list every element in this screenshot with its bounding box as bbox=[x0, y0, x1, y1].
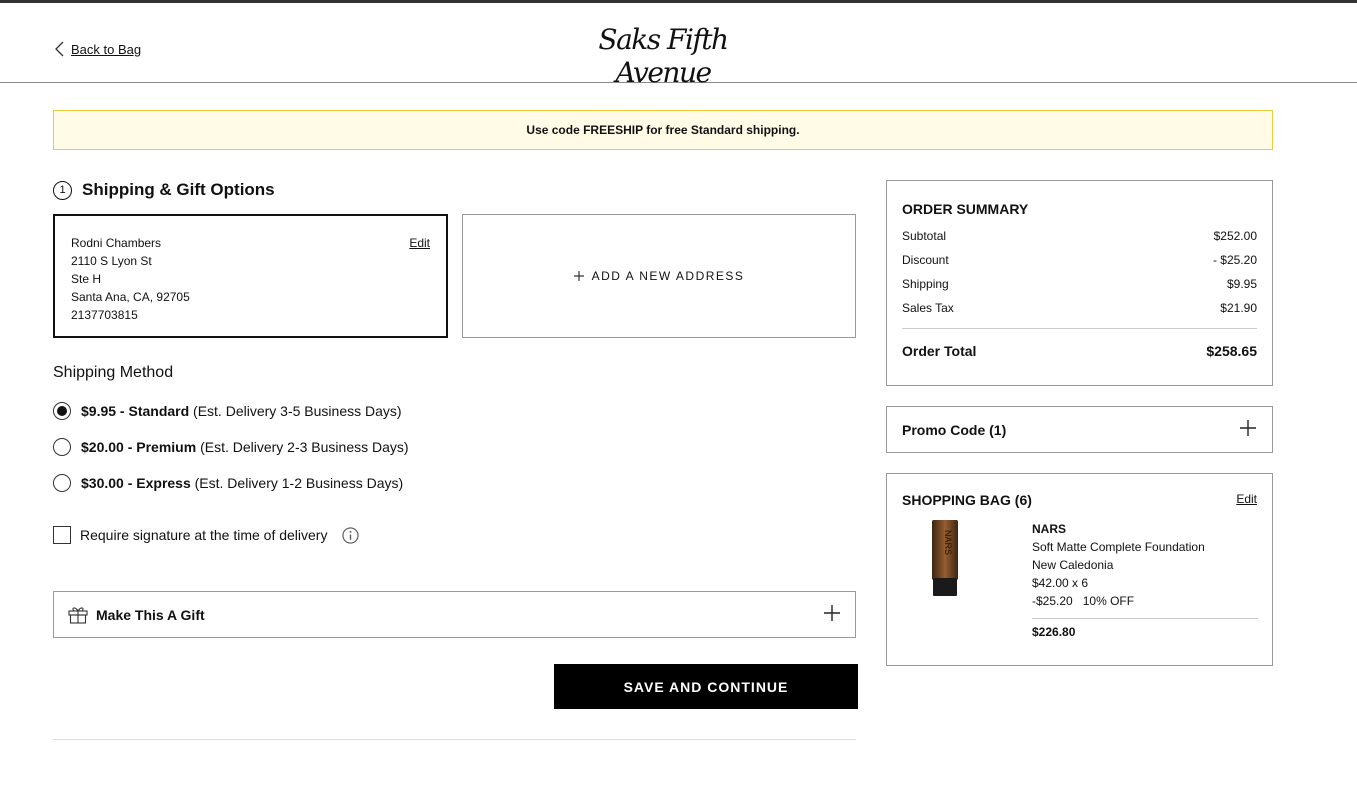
signature-label: Require signature at the time of deliver… bbox=[80, 527, 328, 543]
gift-icon bbox=[68, 606, 88, 624]
shipping-section-title: 1 Shipping & Gift Options bbox=[53, 180, 275, 200]
address-city-state-zip: Santa Ana, CA, 92705 bbox=[71, 290, 190, 304]
address-phone: 2137703815 bbox=[71, 308, 138, 322]
summary-label: Subtotal bbox=[902, 229, 947, 243]
option-detail: (Est. Delivery 2-3 Business Days) bbox=[200, 439, 409, 455]
back-to-bag-link[interactable]: Back to Bag bbox=[53, 41, 141, 57]
option-detail: (Est. Delivery 1-2 Business Days) bbox=[194, 475, 404, 491]
add-new-address-button[interactable]: ADD A NEW ADDRESS bbox=[462, 214, 856, 338]
address-name: Rodni Chambers bbox=[71, 236, 162, 250]
product-shade: New Caledonia bbox=[1032, 558, 1114, 572]
edit-address-link[interactable]: Edit bbox=[409, 234, 430, 252]
expand-plus-icon[interactable] bbox=[823, 604, 841, 625]
summary-value: - $25.20 bbox=[1212, 253, 1257, 267]
option-price-name: $9.95 - Standard bbox=[81, 403, 190, 419]
shipping-option-premium[interactable]: $20.00 - Premium (Est. Delivery 2-3 Busi… bbox=[53, 438, 409, 456]
svg-text:NARS: NARS bbox=[943, 530, 953, 555]
promo-code-toggle[interactable]: Promo Code (1) bbox=[886, 406, 1273, 453]
order-summary: ORDER SUMMARY Subtotal $252.00 Discount - … bbox=[886, 180, 1273, 386]
summary-value: $9.95 bbox=[1226, 277, 1257, 291]
gift-label: Make This A Gift bbox=[96, 606, 205, 623]
promo-banner: Use code FREESHIP for free Standard ship… bbox=[53, 110, 1273, 150]
section-title-text: Shipping & Gift Options bbox=[82, 180, 275, 199]
make-gift-toggle[interactable]: Make This A Gift bbox=[53, 591, 856, 638]
summary-row-sales-tax: Sales Tax $21.90 bbox=[902, 296, 1257, 320]
summary-label: Sales Tax bbox=[902, 301, 954, 315]
product-name[interactable]: Soft Matte Complete Foundation bbox=[1032, 538, 1258, 556]
radio-button[interactable] bbox=[53, 474, 71, 492]
chevron-left-icon bbox=[55, 41, 64, 57]
page-header: Back to Bag Saks Fifth Avenue bbox=[0, 3, 1357, 89]
saks-logo[interactable]: Saks Fifth Avenue bbox=[562, 23, 764, 89]
address-line1: 2110 S Lyon St bbox=[71, 254, 152, 268]
add-address-label: ADD A NEW ADDRESS bbox=[591, 269, 745, 283]
info-icon[interactable] bbox=[342, 526, 360, 544]
back-to-bag-label: Back to Bag bbox=[71, 41, 142, 57]
address-line2: Ste H bbox=[71, 272, 102, 286]
order-summary-title: ORDER SUMMARY bbox=[902, 201, 1029, 217]
shipping-option-standard[interactable]: $9.95 - Standard (Est. Delivery 3-5 Busi… bbox=[53, 402, 402, 420]
summary-value: $252.00 bbox=[1213, 229, 1257, 243]
summary-row-discount: Discount - $25.20 bbox=[902, 248, 1257, 272]
shopping-bag-title: SHOPPING BAG (6) bbox=[902, 492, 1032, 508]
bag-item: NARS NARS Soft Matte Complete Foundation… bbox=[902, 520, 1258, 650]
product-discount: -$25.20 bbox=[1032, 594, 1073, 608]
product-brand: NARS bbox=[1032, 522, 1067, 536]
product-line-total: $226.80 bbox=[1032, 618, 1258, 641]
product-image[interactable]: NARS bbox=[932, 520, 958, 596]
edit-bag-link[interactable]: Edit bbox=[1236, 492, 1257, 508]
option-detail: (Est. Delivery 3-5 Business Days) bbox=[193, 403, 402, 419]
order-total-row: Order Total $258.65 bbox=[902, 337, 1257, 365]
divider bbox=[53, 739, 856, 740]
option-price-name: $20.00 - Premium bbox=[81, 439, 197, 455]
signature-checkbox[interactable] bbox=[53, 526, 71, 544]
summary-label: Shipping bbox=[902, 277, 949, 291]
selected-address-card[interactable]: Rodni Chambers 2110 S Lyon St Ste H Sant… bbox=[53, 214, 448, 338]
shipping-method-title: Shipping Method bbox=[53, 364, 174, 381]
summary-divider bbox=[902, 328, 1257, 329]
summary-row-subtotal: Subtotal $252.00 bbox=[902, 224, 1257, 248]
order-total-value: $258.65 bbox=[1206, 343, 1257, 359]
product-discount-pct: 10% OFF bbox=[1082, 594, 1135, 608]
order-total-label: Order Total bbox=[902, 343, 977, 359]
plus-icon bbox=[573, 271, 584, 281]
radio-button-checked[interactable] bbox=[53, 402, 71, 420]
expand-plus-icon[interactable] bbox=[1239, 419, 1257, 440]
step-number: 1 bbox=[53, 180, 72, 200]
shipping-option-express[interactable]: $30.00 - Express (Est. Delivery 1-2 Busi… bbox=[53, 474, 403, 492]
promo-code-label: Promo Code (1) bbox=[902, 421, 1007, 438]
shopping-bag: SHOPPING BAG (6) Edit NARS NARS Soft Mat… bbox=[886, 473, 1273, 666]
summary-value: $21.90 bbox=[1220, 301, 1257, 315]
option-price-name: $30.00 - Express bbox=[81, 475, 191, 491]
summary-label: Discount bbox=[902, 253, 949, 267]
product-qty-price: $42.00 x 6 bbox=[1032, 576, 1089, 590]
save-and-continue-button[interactable]: SAVE AND CONTINUE bbox=[554, 664, 858, 709]
radio-button[interactable] bbox=[53, 438, 71, 456]
product-discount-line: -$25.20 10% OFF bbox=[1032, 592, 1258, 610]
product-info: NARS Soft Matte Complete Foundation New … bbox=[1032, 520, 1258, 641]
summary-row-shipping: Shipping $9.95 bbox=[902, 272, 1257, 296]
signature-option[interactable]: Require signature at the time of deliver… bbox=[53, 526, 360, 544]
